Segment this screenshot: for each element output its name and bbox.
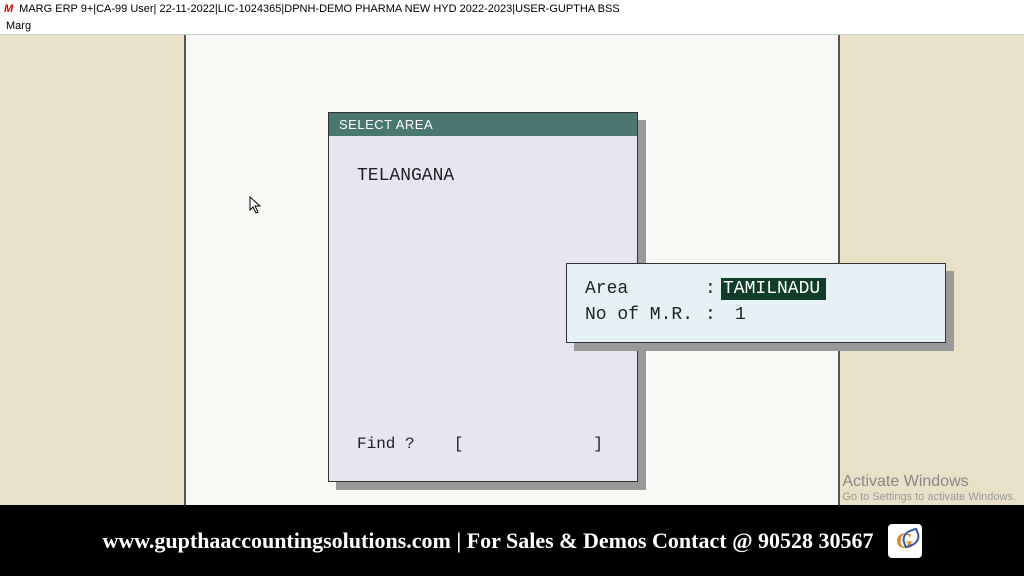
bracket-close: ] bbox=[593, 435, 603, 453]
menu-bar[interactable]: Marg bbox=[0, 18, 1024, 35]
left-panel bbox=[0, 35, 185, 505]
activate-windows-watermark: Activate Windows Go to Settings to activ… bbox=[842, 473, 1016, 503]
mr-input[interactable]: 1 bbox=[721, 305, 746, 325]
colon: : bbox=[705, 279, 721, 299]
footer-bar: www.gupthaaccountingsolutions.com | For … bbox=[0, 505, 1024, 576]
window-title: MARG ERP 9+|CA-99 User| 22-11-2022|LIC-1… bbox=[19, 3, 619, 15]
mr-label: No of M.R. bbox=[585, 305, 705, 325]
area-input[interactable]: TAMILNADU bbox=[721, 278, 826, 300]
select-area-list[interactable]: TELANGANA bbox=[329, 136, 637, 186]
app-logo-glyph: M bbox=[4, 3, 13, 15]
area-label: Area bbox=[585, 279, 705, 299]
find-label: Find ? bbox=[357, 435, 415, 453]
colon: : bbox=[705, 305, 721, 325]
bracket-open: [ bbox=[454, 435, 464, 453]
select-area-title: SELECT AREA bbox=[329, 113, 637, 136]
menu-item-marg[interactable]: Marg bbox=[6, 20, 31, 32]
activate-line2: Go to Settings to activate Windows. bbox=[842, 491, 1016, 503]
window-titlebar: M MARG ERP 9+|CA-99 User| 22-11-2022|LIC… bbox=[0, 0, 1024, 18]
find-input[interactable] bbox=[473, 435, 583, 453]
workspace: SELECT AREA TELANGANA Find ? [ ] G UPTHA… bbox=[0, 35, 1024, 505]
find-row: Find ? [ ] bbox=[357, 435, 603, 453]
footer-text: www.gupthaaccountingsolutions.com | For … bbox=[102, 528, 873, 554]
activate-line1: Activate Windows bbox=[842, 473, 1016, 491]
list-item[interactable]: TELANGANA bbox=[357, 166, 617, 186]
area-entry-popup: Area : TAMILNADU No of M.R. : 1 bbox=[566, 263, 946, 343]
footer-logo-icon: G bbox=[888, 524, 922, 558]
